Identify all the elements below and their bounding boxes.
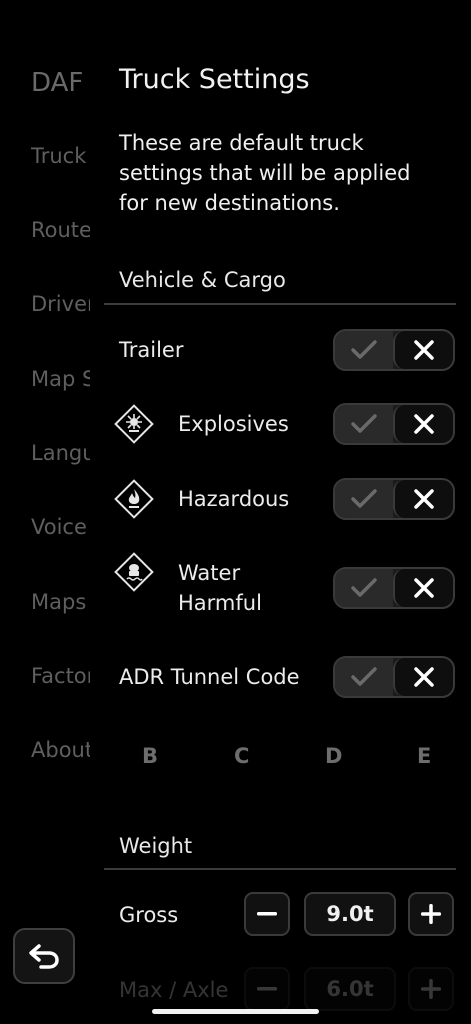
minus-icon xyxy=(257,912,277,916)
close-icon xyxy=(414,489,434,509)
water-harmful-icon xyxy=(114,552,154,592)
section-divider xyxy=(104,868,456,870)
trailer-yes-option[interactable] xyxy=(335,331,393,369)
tunnel-code-d[interactable]: D xyxy=(325,744,342,768)
page-description: These are default truck settings that wi… xyxy=(119,131,411,215)
plus-icon xyxy=(421,904,441,924)
plus-icon xyxy=(421,979,441,999)
adr-tunnel-code-label: ADR Tunnel Code xyxy=(119,665,300,689)
water-harmful-no-option[interactable] xyxy=(393,569,453,607)
explosives-no-option[interactable] xyxy=(393,405,453,443)
check-icon xyxy=(351,578,377,597)
tunnel-code-b[interactable]: B xyxy=(142,744,158,768)
gross-decrease-button[interactable] xyxy=(244,892,290,936)
settings-panel: Truck Settings These are default truck s… xyxy=(90,0,471,1024)
sidebar-item-driver-options[interactable]: Driver Options xyxy=(31,292,90,316)
hazardous-toggle[interactable] xyxy=(333,478,455,520)
check-icon xyxy=(351,414,377,433)
max-axle-label: Max / Axle xyxy=(119,978,229,1002)
check-icon xyxy=(351,340,377,359)
gross-increase-button[interactable] xyxy=(408,892,454,936)
explosives-icon xyxy=(114,404,154,444)
sidebar-item-factory-reset[interactable]: Factory Reset xyxy=(31,664,90,688)
sidebar-item-map-settings[interactable]: Map Settings xyxy=(31,367,90,391)
trailer-no-option[interactable] xyxy=(393,331,453,369)
water-harmful-label-line2: Harmful xyxy=(178,591,262,615)
close-icon xyxy=(414,578,434,598)
sidebar-item-truck-settings[interactable]: Truck Settings xyxy=(31,144,90,168)
sidebar-item-maps[interactable]: Maps xyxy=(31,590,86,614)
back-button[interactable] xyxy=(13,928,75,984)
hazardous-label: Hazardous xyxy=(178,487,290,511)
gross-label: Gross xyxy=(119,903,179,927)
back-arrow-icon xyxy=(29,944,59,969)
sidebar-brand: DAF xyxy=(31,68,84,98)
trailer-label: Trailer xyxy=(119,338,184,362)
tunnel-code-c[interactable]: C xyxy=(234,744,249,768)
explosives-label: Explosives xyxy=(178,412,289,436)
sidebar-item-route-options[interactable]: Route Options xyxy=(31,218,90,242)
max-axle-increase-button[interactable] xyxy=(408,967,454,1011)
minus-icon xyxy=(257,987,277,991)
tunnel-code-e[interactable]: E xyxy=(417,744,431,768)
max-axle-decrease-button[interactable] xyxy=(244,967,290,1011)
sidebar-item-voice[interactable]: Voice xyxy=(31,515,87,539)
adr-no-option[interactable] xyxy=(393,658,453,696)
section-vehicle-cargo: Vehicle & Cargo xyxy=(119,268,286,292)
sidebar-item-about[interactable]: About xyxy=(31,738,90,762)
close-icon xyxy=(414,340,434,360)
flammable-icon xyxy=(114,479,154,519)
home-indicator[interactable] xyxy=(152,1009,319,1014)
check-icon xyxy=(351,667,377,686)
hazardous-yes-option[interactable] xyxy=(335,480,393,518)
water-harmful-toggle[interactable] xyxy=(333,567,455,609)
close-icon xyxy=(414,667,434,687)
water-harmful-label-line1: Water xyxy=(178,561,241,585)
section-weight: Weight xyxy=(119,834,193,858)
adr-tunnel-code-toggle[interactable] xyxy=(333,656,455,698)
explosives-yes-option[interactable] xyxy=(335,405,393,443)
adr-yes-option[interactable] xyxy=(335,658,393,696)
trailer-toggle[interactable] xyxy=(333,329,455,371)
explosives-toggle[interactable] xyxy=(333,403,455,445)
max-axle-value[interactable]: 6.0t xyxy=(304,967,396,1011)
sidebar: DAF Truck Settings Route Options Driver … xyxy=(0,0,90,1024)
water-harmful-yes-option[interactable] xyxy=(335,569,393,607)
close-icon xyxy=(414,414,434,434)
section-divider xyxy=(104,303,456,305)
page-title: Truck Settings xyxy=(119,64,310,95)
hazardous-no-option[interactable] xyxy=(393,480,453,518)
water-harmful-label: Water Harmful xyxy=(178,558,262,618)
check-icon xyxy=(351,489,377,508)
sidebar-item-language[interactable]: Language xyxy=(31,441,90,465)
gross-value[interactable]: 9.0t xyxy=(304,892,396,936)
